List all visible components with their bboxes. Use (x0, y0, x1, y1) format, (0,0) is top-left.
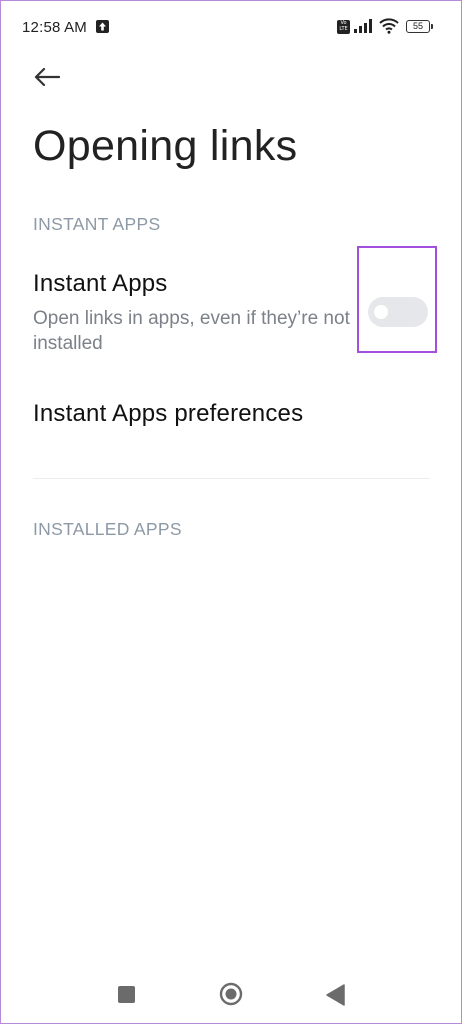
battery-icon: 55 (406, 20, 433, 33)
signal-icon (354, 19, 374, 38)
back-button[interactable] (28, 60, 68, 96)
nav-back-button[interactable] (326, 984, 346, 1006)
instant-apps-toggle[interactable] (368, 297, 428, 327)
section-header-instant-apps: INSTANT APPS (33, 214, 161, 234)
instant-apps-title: Instant Apps (33, 270, 168, 297)
battery-level: 55 (412, 21, 423, 31)
home-button[interactable] (219, 982, 243, 1006)
volte-icon: Vo LTE (337, 20, 350, 34)
toggle-knob (374, 305, 388, 319)
back-arrow-icon (34, 68, 60, 86)
wifi-icon (379, 18, 399, 39)
instant-apps-summary: Open links in apps, even if they’re not … (33, 308, 350, 354)
recents-button[interactable] (118, 986, 135, 1003)
section-header-installed-apps: INSTALLED APPS (33, 519, 182, 539)
home-icon (219, 982, 243, 1006)
upload-icon (96, 20, 109, 33)
divider (33, 478, 430, 479)
status-bar: 12:58 AM Vo LTE 55 (0, 0, 462, 58)
triangle-back-icon (326, 984, 345, 1006)
instant-apps-preferences-title: Instant Apps preferences (33, 400, 304, 427)
page-title: Opening links (33, 122, 298, 170)
instant-apps-preferences-item[interactable]: Instant Apps preferences (0, 385, 462, 447)
status-time: 12:58 AM (22, 19, 87, 36)
